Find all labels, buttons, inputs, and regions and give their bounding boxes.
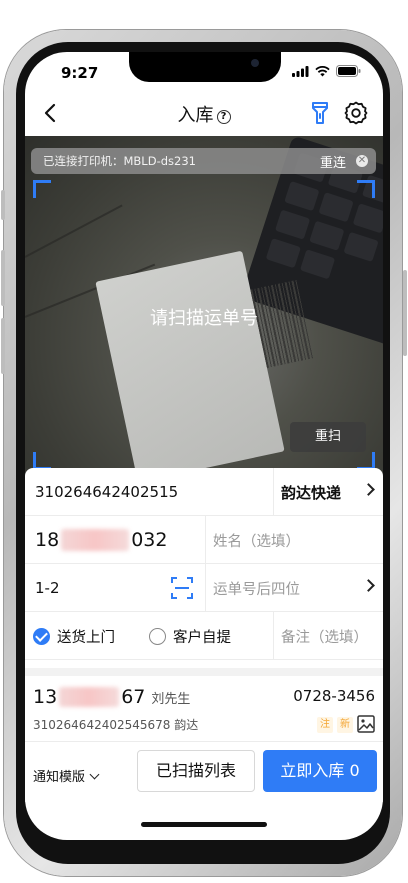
power-button (403, 270, 407, 356)
flashlight-button[interactable] (307, 100, 333, 126)
note-input[interactable]: 备注（选填） (281, 612, 368, 660)
record-phone: 13 67 刘先生 (33, 686, 190, 708)
record-tel: 0728-3456 (293, 687, 375, 705)
radio-unchecked-icon (149, 627, 166, 645)
radio-home-delivery[interactable]: 送货上门 (33, 612, 115, 660)
phone-field[interactable]: 18 032 (35, 516, 167, 564)
scan-frame-corner-tr (357, 180, 375, 198)
status-icons (292, 65, 361, 77)
printer-status: 已连接打印机：MBLD-ds231 (43, 154, 196, 168)
bottom-action-bar: 通知模版 已扫描列表 立即入库 0 (25, 742, 383, 802)
nav-bar: 入库? (25, 92, 383, 134)
radio-checked-icon (33, 627, 50, 645)
image-icon[interactable] (357, 715, 375, 733)
volume-down-button (1, 318, 5, 374)
tracking-number-field[interactable]: 310264642402515 (35, 468, 178, 516)
courier-select[interactable]: 韵达快递 (281, 468, 341, 516)
mute-switch (1, 190, 5, 220)
phone-prefix: 18 (35, 529, 60, 551)
notch (129, 52, 281, 82)
front-camera (251, 59, 259, 67)
status-time: 9:27 (61, 64, 99, 82)
chevron-right-icon (362, 579, 375, 592)
app-screen: 9:27 入库 ? 已连接打印机：MBLD-ds231 重连 ✕ 请扫描运单号 … (25, 52, 383, 840)
volume-up-button (1, 250, 5, 306)
submit-inbound-button[interactable]: 立即入库 0 (263, 750, 377, 792)
inbound-record[interactable]: 13 67 刘先生 0728-3456 310264642402545678 韵… (25, 676, 383, 742)
scan-frame-corner-tl (33, 180, 51, 198)
close-icon[interactable]: ✕ (356, 155, 368, 167)
battery-icon (336, 65, 361, 77)
help-icon[interactable]: ? (216, 110, 231, 124)
delivery-row: 送货上门 客户自提 备注（选填） (25, 612, 383, 660)
record-name: 刘先生 (151, 691, 191, 707)
radio-label: 送货上门 (57, 629, 115, 646)
tag-new: 新 (337, 717, 353, 733)
flashlight-icon (312, 102, 328, 124)
record-phone-redaction (59, 687, 120, 707)
chevron-right-icon (362, 483, 375, 496)
gear-icon (344, 101, 368, 125)
chevron-down-icon (89, 769, 100, 780)
scanned-list-button[interactable]: 已扫描列表 (137, 750, 255, 792)
shelf-row: 1-2 运单号后四位 (25, 564, 383, 612)
printer-banner: 已连接打印机：MBLD-ds231 重连 ✕ (31, 148, 376, 174)
tag-note: 注 (317, 717, 333, 733)
template-label: 通知模版 (33, 770, 86, 785)
signal-icon (292, 65, 309, 77)
radio-label: 客户自提 (173, 629, 231, 646)
wifi-icon (315, 65, 330, 76)
record-tracking: 310264642402545678 韵达 (33, 718, 199, 732)
scan-prompt: 请扫描运单号 (150, 308, 258, 329)
radio-self-pickup[interactable]: 客户自提 (149, 612, 231, 660)
settings-button[interactable] (343, 100, 369, 126)
name-input[interactable]: 姓名（选填） (213, 516, 300, 564)
home-indicator[interactable] (141, 822, 267, 827)
scanner-viewport[interactable]: 已连接打印机：MBLD-ds231 重连 ✕ 请扫描运单号 重扫 (25, 136, 383, 476)
section-divider (25, 668, 383, 676)
rescan-button[interactable]: 重扫 (290, 422, 366, 452)
status-bar: 9:27 (25, 52, 383, 86)
shelf-code-field[interactable]: 1-2 (35, 564, 60, 612)
phone-suffix: 032 (131, 529, 168, 551)
inbound-form: 310264642402515 韵达快递 18 032 姓名（选填） 1-2 运… (25, 468, 383, 668)
phone-redaction (61, 529, 130, 551)
desk-line (25, 204, 123, 258)
scan-icon[interactable] (171, 577, 193, 599)
record-phone-suffix: 67 (121, 686, 146, 708)
last4-input[interactable]: 运单号后四位 (213, 564, 300, 612)
page-title-text: 入库 (177, 105, 214, 126)
phone-row: 18 032 姓名（选填） (25, 516, 383, 564)
tracking-row: 310264642402515 韵达快递 (25, 468, 383, 516)
reconnect-button[interactable]: 重连 (320, 152, 346, 171)
template-select[interactable]: 通知模版 (33, 766, 100, 785)
record-phone-prefix: 13 (33, 686, 58, 708)
